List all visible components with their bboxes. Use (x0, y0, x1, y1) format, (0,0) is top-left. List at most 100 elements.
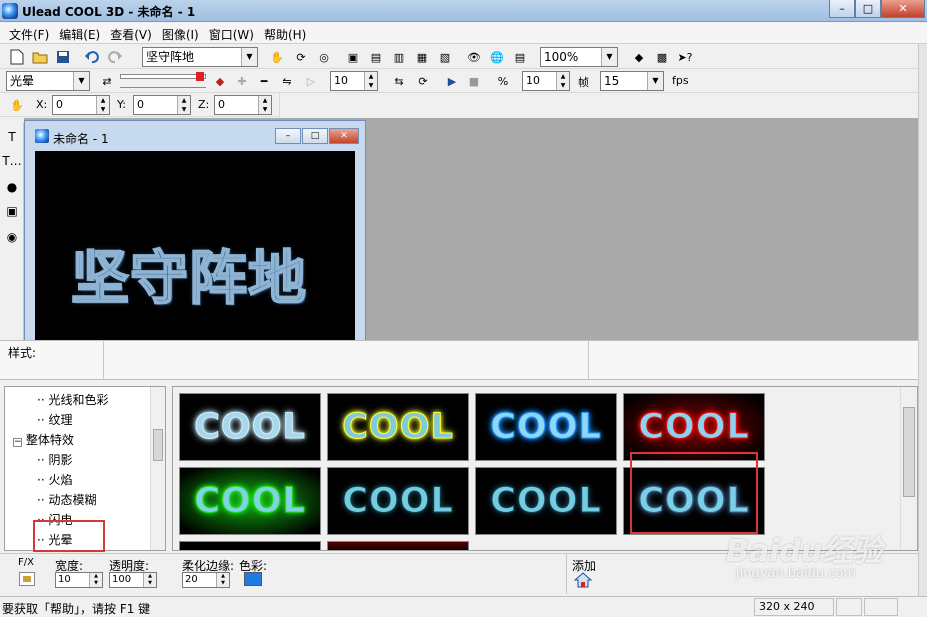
previous-frame-icon[interactable]: ▷ (302, 72, 320, 90)
chevron-down-icon: ▼ (73, 72, 89, 90)
feather-spinner[interactable]: 20 ▲ ▼ (182, 572, 230, 588)
context-help-icon[interactable]: ➤? (676, 48, 694, 66)
opacity-spinner[interactable]: 100 ▲ ▼ (109, 572, 157, 588)
object-manager-icon[interactable]: ▩ (653, 48, 671, 66)
spin-arrows-icon: ▲ ▼ (556, 72, 569, 90)
loop-icon[interactable]: ⇆ (390, 72, 408, 90)
save-icon[interactable] (54, 48, 72, 66)
gallery-preset-5[interactable]: COOL (179, 467, 321, 535)
fx-toggle-icon[interactable] (19, 572, 35, 586)
total-frames-spinner[interactable]: 10 ▲ ▼ (522, 71, 570, 91)
text-object-select[interactable]: 坚守阵地 ▼ (142, 47, 258, 67)
close-button[interactable]: ✕ (881, 0, 925, 18)
menu-edit[interactable]: 编辑(E) (54, 23, 105, 43)
insert-graphic-icon[interactable]: ▣ (3, 202, 21, 220)
gallery-preset-2[interactable]: COOL (327, 393, 469, 461)
insert-object-icon[interactable]: ◉ (3, 228, 21, 246)
render-canvas[interactable]: 坚守阵地 (35, 151, 355, 341)
document-window: 未命名 - 1 – □ ✕ 坚守阵地 (24, 120, 366, 342)
gallery-preset-7[interactable]: COOL (475, 467, 617, 535)
menu-image[interactable]: 图像(I) (157, 23, 204, 43)
y-label: Y: (117, 98, 126, 111)
doc-minimize-button[interactable]: – (275, 128, 301, 144)
reverse-keyframe-icon[interactable]: ⇋ (278, 72, 296, 90)
gallery-preset-6[interactable]: COOL (327, 467, 469, 535)
gallery-preset-4[interactable]: COOL (623, 393, 765, 461)
tree-scroll-thumb[interactable] (153, 429, 163, 461)
graph-icon[interactable]: ▤ (511, 48, 529, 66)
preview-icon[interactable]: 👁 (465, 48, 483, 66)
bevel-style-2-icon[interactable]: ▤ (367, 48, 385, 66)
minimize-button[interactable]: – (829, 0, 855, 18)
width-spinner[interactable]: 10 ▲ ▼ (55, 572, 103, 588)
gallery-preset-3[interactable]: COOL (475, 393, 617, 461)
tree-item-label: 动态模糊 (48, 493, 97, 507)
gallery-item-partial[interactable] (327, 541, 469, 550)
timeline-slider[interactable] (120, 72, 206, 90)
gallery-preset-label: COOL (194, 407, 306, 448)
style-label: 样式: (8, 346, 37, 360)
fit-view-icon[interactable]: ◎ (315, 48, 333, 66)
tree-item-shadow[interactable]: ·· 阴影 (37, 451, 72, 468)
bevel-style-3-icon[interactable]: ▥ (390, 48, 408, 66)
add-preset-icon[interactable] (573, 572, 593, 588)
edit-text-icon[interactable]: T… (2, 152, 21, 170)
z-position-spinner[interactable]: 0 ▲ ▼ (214, 95, 272, 115)
canvas-3d-text[interactable]: 坚守阵地 (70, 231, 307, 315)
color-swatch[interactable] (244, 572, 262, 586)
undo-icon[interactable] (83, 48, 101, 66)
keyframe-nav-icon[interactable]: ⇄ (98, 72, 116, 90)
insert-text-icon[interactable]: T (3, 128, 21, 146)
ulead-logo-icon[interactable]: ◆ (630, 48, 648, 66)
document-title: 未命名 - 1 (53, 132, 109, 146)
document-controls: – □ ✕ (275, 128, 359, 144)
position-toolbar: ✋ X: 0 ▲ ▼ Y: 0 ▲ ▼ Z: 0 ▲ ▼ (0, 93, 280, 117)
tree-item-lighting[interactable]: ·· 光线和色彩 (37, 391, 108, 408)
tree-item-fire[interactable]: ·· 火焰 (37, 471, 72, 488)
zoom-select[interactable]: 100% ▼ (540, 47, 618, 67)
menu-window[interactable]: 窗口(W) (204, 23, 259, 43)
percent-icon[interactable]: % (494, 72, 512, 90)
menu-file[interactable]: 文件(F) (4, 23, 54, 43)
bevel-style-4-icon[interactable]: ▦ (413, 48, 431, 66)
tree-scrollbar[interactable] (150, 387, 165, 550)
web-globe-icon[interactable]: 🌐 (488, 48, 506, 66)
refresh-icon[interactable]: ⟳ (414, 72, 432, 90)
stop-icon[interactable]: ■ (465, 72, 483, 90)
y-position-spinner[interactable]: 0 ▲ ▼ (133, 95, 191, 115)
gallery-preset-1[interactable]: COOL (179, 393, 321, 461)
tree-item-texture[interactable]: ·· 纹理 (37, 411, 72, 428)
delete-keyframe-icon[interactable]: ━ (255, 72, 273, 90)
fps-select[interactable]: 15 ▼ (600, 71, 664, 91)
play-icon[interactable]: ▶ (443, 72, 461, 90)
menu-help[interactable]: 帮助(H) (259, 23, 311, 43)
new-file-icon[interactable] (8, 48, 26, 66)
status-size: 320 x 240 (754, 598, 834, 616)
add-keyframe-icon[interactable]: ✚ (233, 72, 251, 90)
hand-move-icon[interactable]: ✋ (268, 48, 286, 66)
maximize-button[interactable]: □ (855, 0, 881, 18)
insert-shape-icon[interactable]: ● (3, 178, 21, 196)
redo-icon[interactable] (106, 48, 124, 66)
bevel-style-1-icon[interactable]: ▣ (344, 48, 362, 66)
gallery-item-partial[interactable] (179, 541, 321, 550)
tree-item-global-effects[interactable]: − 整体特效 (13, 431, 74, 448)
tree-item-motion-blur[interactable]: ·· 动态模糊 (37, 491, 96, 508)
rotate-icon[interactable]: ⟳ (292, 48, 310, 66)
keyframe-add-icon[interactable]: ◆ (211, 72, 229, 90)
menu-view[interactable]: 查看(V) (105, 23, 157, 43)
open-folder-icon[interactable] (31, 48, 49, 66)
effect-attribute-select[interactable]: 光晕 ▼ (6, 71, 90, 91)
doc-maximize-button[interactable]: □ (302, 128, 328, 144)
collapse-icon[interactable]: − (13, 438, 22, 447)
move-object-icon[interactable]: ✋ (8, 96, 26, 114)
doc-close-button[interactable]: ✕ (329, 128, 359, 144)
current-frame-spinner[interactable]: 10 ▲ ▼ (330, 71, 378, 91)
x-position-spinner[interactable]: 0 ▲ ▼ (52, 95, 110, 115)
gallery-scrollbar[interactable] (900, 387, 917, 550)
gallery-scroll-thumb[interactable] (903, 407, 915, 497)
bevel-style-5-icon[interactable]: ▧ (436, 48, 454, 66)
spin-arrows-icon: ▲ ▼ (364, 72, 377, 90)
menu-bar: 文件(F) 编辑(E) 查看(V) 图像(I) 窗口(W) 帮助(H) (0, 23, 927, 44)
highlight-glow-tree-item (33, 520, 105, 552)
